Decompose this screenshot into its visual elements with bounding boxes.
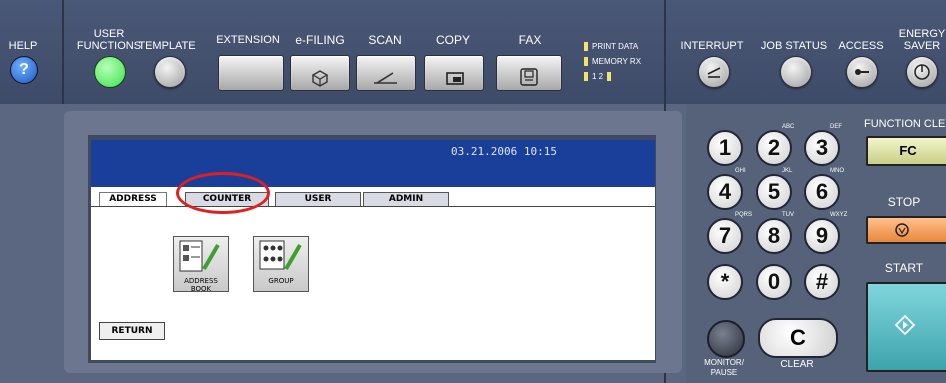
- key-1[interactable]: 1: [707, 130, 743, 166]
- start-icon: [894, 314, 916, 336]
- datetime: 03.21.2006 10:15: [451, 145, 557, 158]
- stop-label: STOP: [887, 195, 921, 209]
- access-label: ACCESS: [838, 40, 884, 52]
- key-asterisk[interactable]: *: [707, 264, 743, 300]
- template-label: TEMPLATE: [138, 40, 196, 52]
- group-tile[interactable]: GROUP: [253, 236, 309, 292]
- access-button[interactable]: [846, 56, 878, 88]
- return-button[interactable]: RETURN: [99, 322, 165, 340]
- efiling-button[interactable]: [290, 55, 350, 91]
- key-hash[interactable]: #: [804, 264, 840, 300]
- fax-icon: [520, 68, 538, 86]
- clear-label: CLEAR: [780, 359, 814, 370]
- interrupt-button[interactable]: [698, 56, 730, 88]
- energy-saver-button[interactable]: [906, 56, 938, 88]
- power-icon: [914, 64, 930, 80]
- address-book-label: ADDRESS BOOK: [184, 277, 218, 293]
- help-label: HELP: [8, 40, 38, 52]
- function-clear-label: FUNCTION CLE: [864, 118, 946, 130]
- divider: [62, 0, 64, 104]
- energy-saver-label-2: SAVER: [903, 40, 941, 52]
- line-status-label: 1 2: [592, 72, 604, 81]
- job-status-label: JOB STATUS: [760, 40, 828, 52]
- key-9[interactable]: 9: [804, 218, 840, 254]
- fax-label: FAX: [518, 33, 542, 47]
- key-3[interactable]: 3: [804, 130, 840, 166]
- key-7-letters: PQRS: [735, 212, 753, 218]
- user-functions-button[interactable]: [94, 56, 126, 88]
- extension-button[interactable]: [218, 55, 284, 91]
- tab-address[interactable]: ADDRESS: [99, 192, 167, 206]
- start-button[interactable]: [866, 282, 946, 372]
- user-functions-label-1: USER: [93, 28, 125, 40]
- copy-button[interactable]: [424, 55, 484, 91]
- lcd-screen: 03.21.2006 10:15 ADDRESS COUNTER USER AD…: [91, 140, 655, 360]
- print-data-led: [584, 42, 588, 51]
- memory-rx-label: MEMORY RX: [592, 57, 642, 66]
- key-3-letters: DEF: [830, 124, 842, 130]
- address-book-tile[interactable]: ADDRESS BOOK: [173, 236, 229, 293]
- user-functions-label-2: FUNCTIONS: [76, 40, 142, 52]
- scan-icon: [374, 72, 397, 84]
- key-7[interactable]: 7: [707, 218, 743, 254]
- extension-label: EXTENSION: [216, 34, 280, 46]
- start-label: START: [884, 261, 924, 275]
- monitor-pause-label-2: PAUSE: [710, 368, 738, 377]
- tab-admin[interactable]: ADMIN: [363, 192, 449, 207]
- address-book-icon: [179, 240, 220, 272]
- key-6-letters: MNO: [830, 168, 844, 174]
- group-icon: [259, 240, 302, 271]
- key-0[interactable]: 0: [756, 264, 792, 300]
- energy-saver-label-1: ENERGY: [898, 28, 946, 40]
- key-2-letters: ABC: [782, 124, 795, 130]
- stop-icon: [895, 223, 909, 237]
- monitor-pause-label-1: MONITOR/: [704, 358, 744, 367]
- key-9-letters: WXYZ: [830, 212, 848, 218]
- clear-button[interactable]: C: [758, 318, 838, 358]
- monitor-pause-button[interactable]: [707, 320, 745, 358]
- help-button[interactable]: ?: [10, 56, 38, 84]
- key-5[interactable]: 5: [756, 174, 792, 210]
- fc-button[interactable]: FC: [866, 136, 946, 166]
- stop-button[interactable]: [866, 216, 946, 244]
- fax-button[interactable]: [496, 55, 562, 91]
- efiling-cube-icon: [312, 70, 328, 87]
- efiling-label: e-FILING: [295, 33, 345, 47]
- key-8[interactable]: 8: [756, 218, 792, 254]
- copy-label: COPY: [435, 33, 470, 47]
- key-2[interactable]: 2: [756, 130, 792, 166]
- tab-baseline: [91, 206, 655, 207]
- memory-rx-led: [584, 57, 588, 66]
- key-8-letters: TUV: [782, 212, 794, 218]
- template-button[interactable]: [154, 56, 186, 88]
- key-icon: [855, 69, 869, 75]
- counter-tab-callout: [176, 172, 270, 214]
- job-status-button[interactable]: [780, 56, 812, 88]
- key-5-letters: JKL: [782, 168, 793, 174]
- scan-button[interactable]: [356, 55, 416, 91]
- key-6[interactable]: 6: [804, 174, 840, 210]
- interrupt-icon: [707, 67, 721, 78]
- screen-header: [91, 140, 655, 187]
- interrupt-label: INTERRUPT: [680, 40, 744, 52]
- print-data-label: PRINT DATA: [592, 42, 639, 51]
- scan-label: SCAN: [368, 33, 402, 47]
- copy-icon: [446, 72, 464, 85]
- key-4[interactable]: 4: [707, 174, 743, 210]
- group-label: GROUP: [268, 277, 294, 285]
- line1-led: [584, 72, 588, 81]
- tab-user[interactable]: USER: [275, 192, 361, 207]
- key-4-letters: GHI: [735, 168, 746, 174]
